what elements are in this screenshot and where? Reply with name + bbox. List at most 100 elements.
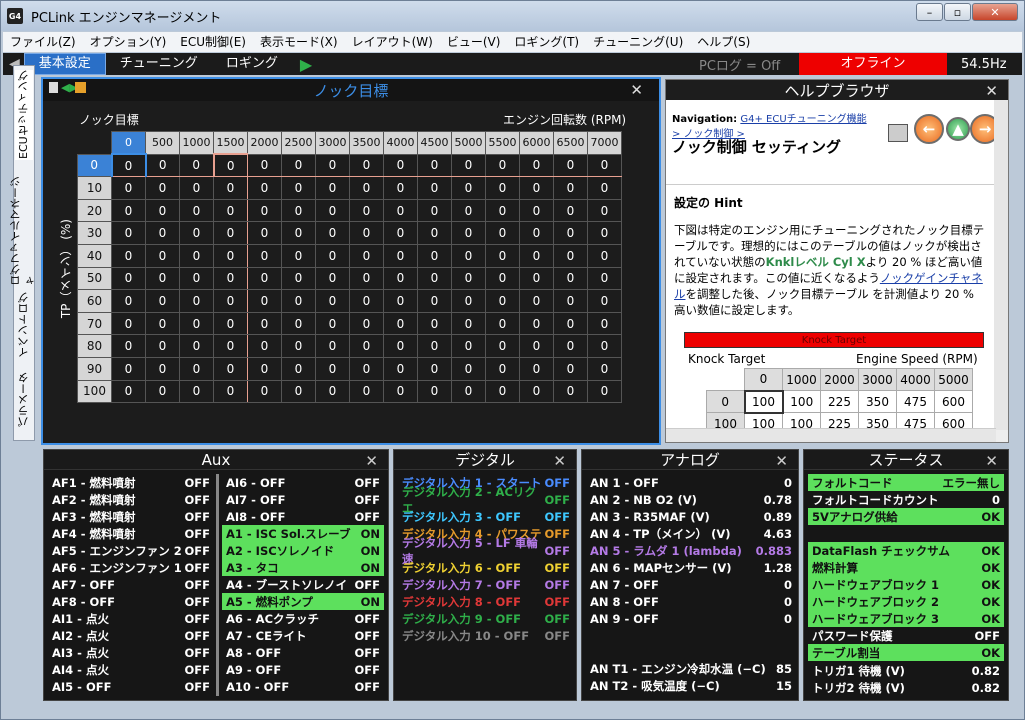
table-cell[interactable]: 0 (315, 176, 350, 200)
table-cell[interactable]: 0 (179, 334, 214, 358)
table-cell[interactable]: 0 (587, 243, 622, 268)
table-cell[interactable]: 0 (485, 198, 520, 223)
table-cell[interactable]: 0 (587, 311, 622, 336)
table-cell[interactable]: 0 (553, 289, 588, 313)
minimize-icon[interactable]: – (916, 3, 943, 21)
menu-item-6[interactable]: ロギング(T) (507, 32, 586, 52)
table-cell[interactable]: 0 (213, 356, 248, 381)
table-cell[interactable]: 0 (281, 198, 316, 223)
table-cell[interactable]: 0 (281, 243, 316, 268)
table-cell[interactable]: 0 (417, 379, 452, 404)
tab-logging[interactable]: ロギング (212, 54, 292, 74)
table-cell[interactable]: 0 (519, 243, 554, 268)
table-cell[interactable]: 0 (383, 356, 418, 381)
table-cell[interactable]: 0 (315, 289, 350, 313)
table-cell[interactable]: 0 (145, 334, 180, 358)
table-cell[interactable]: 0 (451, 266, 486, 291)
table-cell[interactable]: 0 (281, 153, 316, 178)
table-cell[interactable]: 0 (417, 243, 452, 268)
col-header[interactable]: 3500 (349, 131, 384, 155)
table-cell[interactable]: 0 (451, 243, 486, 268)
table-cell[interactable]: 0 (145, 289, 180, 313)
table-cell[interactable]: 0 (519, 198, 554, 223)
menu-item-8[interactable]: ヘルプ(S) (690, 32, 757, 52)
play-icon[interactable]: ▶ (292, 55, 320, 74)
col-header[interactable]: 2000 (247, 131, 282, 155)
table-cell[interactable]: 0 (179, 198, 214, 223)
close-icon[interactable]: ✕ (985, 452, 998, 470)
table-cell[interactable]: 0 (587, 334, 622, 358)
table-cell[interactable]: 0 (349, 311, 384, 336)
table-cell[interactable]: 0 (111, 311, 146, 336)
menu-item-1[interactable]: オプション(Y) (83, 32, 174, 52)
table-cell[interactable]: 0 (281, 266, 316, 291)
table-cell[interactable]: 0 (145, 153, 180, 178)
table-cell[interactable]: 0 (213, 334, 248, 358)
table-cell[interactable]: 0 (587, 266, 622, 291)
table-cell[interactable]: 0 (451, 356, 486, 381)
table-cell[interactable]: 0 (417, 266, 452, 291)
table-cell[interactable]: 0 (485, 243, 520, 268)
table-cell[interactable]: 0 (145, 176, 180, 200)
table-cell[interactable]: 0 (519, 266, 554, 291)
table-cell[interactable]: 0 (247, 153, 282, 178)
table-cell[interactable]: 0 (383, 198, 418, 223)
table-cell[interactable]: 0 (111, 198, 146, 223)
sidebar-item-params[interactable]: パラメータ (15, 364, 33, 436)
row-header[interactable]: 20 (77, 198, 112, 223)
col-header[interactable]: 4500 (417, 131, 452, 155)
table-cell[interactable]: 0 (315, 311, 350, 336)
table-cell[interactable]: 0 (451, 289, 486, 313)
row-header[interactable]: 0 (77, 153, 112, 178)
table-cell[interactable]: 0 (281, 176, 316, 200)
sidebar-item-eventlog[interactable]: イベントログ (15, 292, 33, 358)
table-cell[interactable]: 0 (383, 266, 418, 291)
table-cell[interactable]: 0 (383, 311, 418, 336)
table-cell[interactable]: 0 (553, 311, 588, 336)
table-cell[interactable]: 0 (485, 379, 520, 404)
table-cell[interactable]: 0 (111, 243, 146, 268)
table-cell[interactable]: 0 (485, 289, 520, 313)
table-cell[interactable]: 0 (519, 176, 554, 200)
table-cell[interactable]: 0 (587, 379, 622, 404)
row-header[interactable]: 80 (77, 334, 112, 358)
row-header[interactable]: 30 (77, 221, 112, 245)
maximize-icon[interactable]: ▫ (944, 3, 971, 21)
table-cell[interactable]: 0 (179, 153, 214, 178)
row-header[interactable]: 40 (77, 243, 112, 268)
table-cell[interactable]: 0 (281, 356, 316, 381)
table-cell[interactable]: 0 (587, 176, 622, 200)
table-cell[interactable]: 0 (315, 266, 350, 291)
row-header[interactable]: 50 (77, 266, 112, 291)
table-cell[interactable]: 0 (553, 356, 588, 381)
table-cell[interactable]: 0 (349, 176, 384, 200)
menu-item-3[interactable]: 表示モード(X) (253, 32, 345, 52)
table-cell[interactable]: 0 (281, 379, 316, 404)
table-cell[interactable]: 0 (247, 289, 282, 313)
horizontal-scrollbar[interactable] (666, 428, 996, 442)
table-cell[interactable]: 0 (485, 311, 520, 336)
table-cell[interactable]: 0 (213, 243, 248, 268)
table-cell[interactable]: 0 (383, 379, 418, 404)
table-cell[interactable]: 0 (213, 221, 248, 245)
col-header[interactable]: 4000 (383, 131, 418, 155)
close-icon[interactable]: ✕ (972, 3, 1018, 21)
menu-item-0[interactable]: ファイル(Z) (3, 32, 83, 52)
col-header[interactable]: 500 (145, 131, 180, 155)
table-cell[interactable]: 0 (213, 198, 248, 223)
table-cell[interactable]: 0 (519, 334, 554, 358)
table-cell[interactable]: 0 (315, 243, 350, 268)
table-cell[interactable]: 0 (111, 289, 146, 313)
table-cell[interactable]: 0 (213, 266, 248, 291)
table-cell[interactable]: 0 (485, 153, 520, 178)
table-cell[interactable]: 0 (417, 198, 452, 223)
col-header[interactable]: 5500 (485, 131, 520, 155)
edit-icon[interactable] (75, 82, 86, 93)
table-cell[interactable]: 0 (349, 153, 384, 178)
table-cell[interactable]: 0 (519, 221, 554, 245)
sidebar-item-ecu[interactable]: ECUセッティング (15, 70, 33, 160)
table-cell[interactable]: 0 (145, 311, 180, 336)
table-cell[interactable]: 0 (587, 289, 622, 313)
table-cell[interactable]: 0 (451, 176, 486, 200)
table-cell[interactable]: 0 (247, 379, 282, 404)
